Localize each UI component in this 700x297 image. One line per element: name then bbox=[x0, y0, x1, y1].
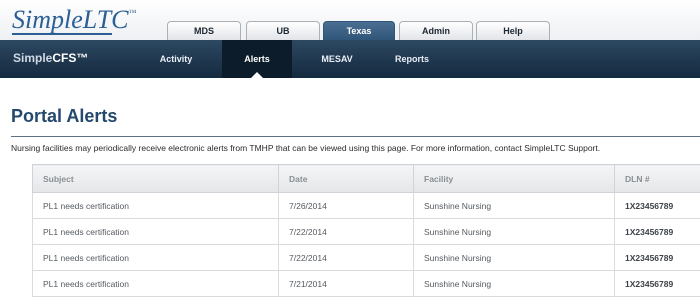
cell-facility: Sunshine Nursing bbox=[413, 218, 615, 245]
subnav-activity-label: Activity bbox=[159, 54, 193, 64]
cell-subject: PL1 needs certification bbox=[32, 270, 279, 297]
cell-subject: PL1 needs certification bbox=[32, 192, 279, 219]
cell-dln: 1X23456789 bbox=[614, 192, 700, 219]
table-row[interactable]: PL1 needs certification 7/22/2014 Sunshi… bbox=[32, 244, 700, 271]
cell-date: 7/26/2014 bbox=[278, 192, 414, 219]
cell-subject: PL1 needs certification bbox=[32, 218, 279, 245]
subnav-reports[interactable]: Reports bbox=[383, 40, 441, 78]
cell-facility: Sunshine Nursing bbox=[413, 192, 615, 219]
cell-date: 7/22/2014 bbox=[278, 244, 414, 271]
table-header-row: Subject Date Facility DLN # bbox=[32, 164, 700, 193]
table-row[interactable]: PL1 needs certification 7/22/2014 Sunshi… bbox=[32, 218, 700, 245]
cell-date: 7/22/2014 bbox=[278, 218, 414, 245]
page-intro-text: Nursing facilities may periodically rece… bbox=[11, 143, 601, 153]
column-header-subject[interactable]: Subject bbox=[32, 164, 279, 193]
table-row[interactable]: PL1 needs certification 7/26/2014 Sunshi… bbox=[32, 192, 700, 219]
tab-admin[interactable]: Admin bbox=[399, 21, 473, 40]
cell-dln: 1X23456789 bbox=[614, 218, 700, 245]
cell-dln: 1X23456789 bbox=[614, 244, 700, 271]
logo-underline bbox=[12, 33, 112, 35]
logo-ltc-text: LTC bbox=[82, 5, 129, 34]
sub-navigation-bar: SimpleCFS™ Activity Alerts MESAV Reports bbox=[0, 40, 700, 78]
cell-dln: 1X23456789 bbox=[614, 270, 700, 297]
column-header-date[interactable]: Date bbox=[278, 164, 414, 193]
column-header-dln[interactable]: DLN # bbox=[614, 164, 700, 193]
tab-help[interactable]: Help bbox=[476, 21, 550, 40]
cell-date: 7/21/2014 bbox=[278, 270, 414, 297]
subnav-activity[interactable]: Activity bbox=[145, 40, 207, 78]
tab-ub[interactable]: UB bbox=[246, 21, 320, 40]
cell-facility: Sunshine Nursing bbox=[413, 270, 615, 297]
subnav-mesav[interactable]: MESAV bbox=[308, 40, 366, 78]
tab-texas[interactable]: Texas bbox=[323, 21, 395, 40]
page-title: Portal Alerts bbox=[11, 106, 118, 126]
subnav-reports-label: Reports bbox=[394, 54, 429, 64]
top-bar: SimpleLTC™ MDS UB Texas Admin Help bbox=[0, 0, 700, 40]
cell-subject: PL1 needs certification bbox=[32, 244, 279, 271]
alerts-table: Subject Date Facility DLN # PL1 needs ce… bbox=[32, 164, 700, 297]
table-row[interactable]: PL1 needs certification 7/21/2014 Sunshi… bbox=[32, 270, 700, 297]
subnav-alerts[interactable]: Alerts bbox=[222, 40, 292, 78]
product-name-suffix: CFS™ bbox=[52, 51, 89, 65]
logo-simple-text: Simple bbox=[12, 5, 83, 34]
logo-trademark: ™ bbox=[128, 8, 137, 17]
tab-mds[interactable]: MDS bbox=[167, 21, 241, 40]
column-header-facility[interactable]: Facility bbox=[413, 164, 615, 193]
product-name-prefix: Simple bbox=[13, 51, 53, 65]
product-name: SimpleCFS™ bbox=[13, 51, 88, 65]
subnav-mesav-label: MESAV bbox=[321, 54, 353, 64]
subnav-alerts-label: Alerts bbox=[244, 54, 270, 64]
active-caret-icon bbox=[251, 72, 263, 78]
cell-facility: Sunshine Nursing bbox=[413, 244, 615, 271]
simpleltc-logo[interactable]: SimpleLTC™ bbox=[12, 5, 136, 35]
title-divider bbox=[11, 136, 700, 137]
